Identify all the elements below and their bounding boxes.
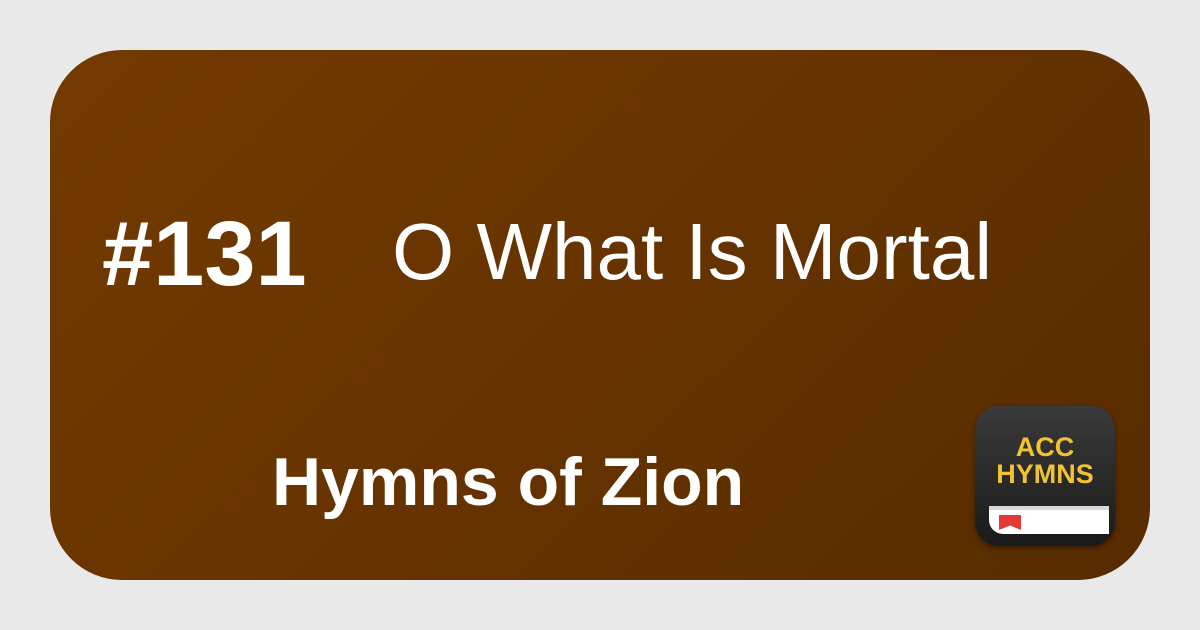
hymn-number: #131 [102,203,307,305]
hymn-title: O What Is Mortal [392,207,993,296]
book-name: Hymns of Zion [272,444,745,520]
app-icon-label-acc: ACC [1015,432,1075,462]
hymn-card: #131 O What Is Mortal Hymns of Zion ACC … [50,50,1150,580]
app-icon-label-hymns: HYMNS [996,459,1094,489]
acc-hymns-app-icon: ACC HYMNS [975,406,1115,546]
